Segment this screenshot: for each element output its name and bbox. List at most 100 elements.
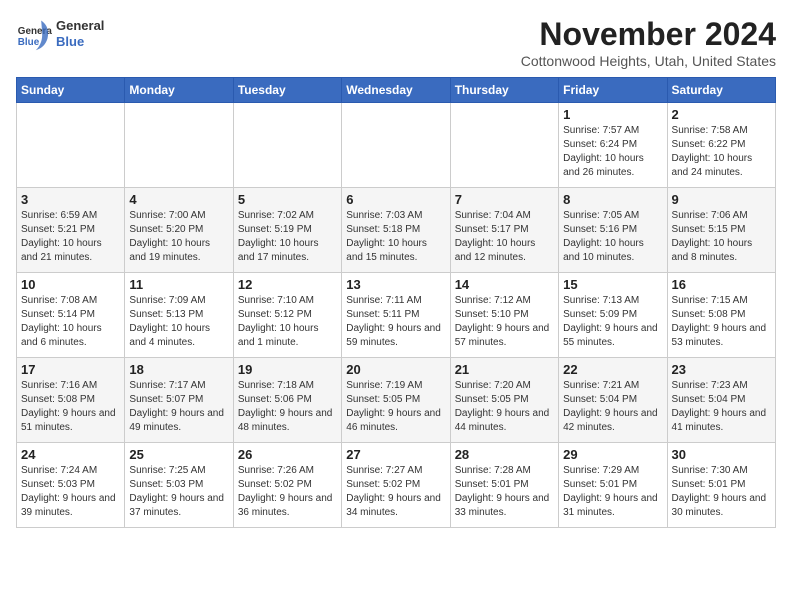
day-info: Sunrise: 7:23 AM Sunset: 5:04 PM Dayligh…: [672, 379, 771, 435]
day-info: Sunrise: 7:05 AM Sunset: 5:16 PM Dayligh…: [563, 209, 662, 265]
day-number: 23: [672, 362, 771, 377]
weekday-header-friday: Friday: [559, 78, 667, 103]
calendar-cell: 20 Sunrise: 7:19 AM Sunset: 5:05 PM Dayli…: [342, 358, 450, 443]
day-info: Sunrise: 7:29 AM Sunset: 5:01 PM Dayligh…: [563, 464, 662, 520]
calendar-cell: 17 Sunrise: 7:16 AM Sunset: 5:08 PM Dayli…: [17, 358, 125, 443]
day-number: 3: [21, 192, 120, 207]
day-info: Sunrise: 7:58 AM Sunset: 6:22 PM Dayligh…: [672, 124, 771, 180]
day-number: 10: [21, 277, 120, 292]
calendar-cell: 7Sunrise: 7:04 AM Sunset: 5:17 PM Daylig…: [450, 188, 558, 273]
day-number: 15: [563, 277, 662, 292]
day-info: Sunrise: 6:59 AM Sunset: 5:21 PM Dayligh…: [21, 209, 120, 265]
day-info: Sunrise: 7:03 AM Sunset: 5:18 PM Dayligh…: [346, 209, 445, 265]
day-number: 27: [346, 447, 445, 462]
day-number: 26: [238, 447, 337, 462]
day-number: 12: [238, 277, 337, 292]
calendar-header: SundayMondayTuesdayWednesdayThursdayFrid…: [17, 78, 776, 103]
calendar-cell: [125, 103, 233, 188]
calendar-cell: 27Sunrise: 7:27 AM Sunset: 5:02 PM Dayli…: [342, 443, 450, 528]
calendar-cell: 4Sunrise: 7:00 AM Sunset: 5:20 PM Daylig…: [125, 188, 233, 273]
day-number: 6: [346, 192, 445, 207]
day-info: Sunrise: 7:12 AM Sunset: 5:10 PM Dayligh…: [455, 294, 554, 350]
day-number: 25: [129, 447, 228, 462]
day-number: 22: [563, 362, 662, 377]
day-info: Sunrise: 7:09 AM Sunset: 5:13 PM Dayligh…: [129, 294, 228, 350]
day-number: 28: [455, 447, 554, 462]
day-number: 13: [346, 277, 445, 292]
day-info: Sunrise: 7:26 AM Sunset: 5:02 PM Dayligh…: [238, 464, 337, 520]
calendar-week-3: 10 Sunrise: 7:08 AM Sunset: 5:14 PM Dayli…: [17, 273, 776, 358]
day-number: 29: [563, 447, 662, 462]
day-info: Sunrise: 7:57 AM Sunset: 6:24 PM Dayligh…: [563, 124, 662, 180]
calendar-cell: 6 Sunrise: 7:03 AM Sunset: 5:18 PM Daylig…: [342, 188, 450, 273]
calendar-week-2: 3 Sunrise: 6:59 AM Sunset: 5:21 PM Daylig…: [17, 188, 776, 273]
calendar-body: 1 Sunrise: 7:57 AM Sunset: 6:24 PM Daylig…: [17, 103, 776, 528]
calendar-cell: 22Sunrise: 7:21 AM Sunset: 5:04 PM Dayli…: [559, 358, 667, 443]
weekday-header-thursday: Thursday: [450, 78, 558, 103]
calendar-cell: 15Sunrise: 7:13 AM Sunset: 5:09 PM Dayli…: [559, 273, 667, 358]
calendar-cell: 2 Sunrise: 7:58 AM Sunset: 6:22 PM Daylig…: [667, 103, 775, 188]
weekday-header-tuesday: Tuesday: [233, 78, 341, 103]
calendar-cell: 9 Sunrise: 7:06 AM Sunset: 5:15 PM Daylig…: [667, 188, 775, 273]
svg-text:Blue: Blue: [18, 37, 40, 48]
header: General Blue General Blue November 2024 …: [16, 16, 776, 69]
calendar-cell: [233, 103, 341, 188]
day-info: Sunrise: 7:02 AM Sunset: 5:19 PM Dayligh…: [238, 209, 337, 265]
calendar-cell: 23 Sunrise: 7:23 AM Sunset: 5:04 PM Dayli…: [667, 358, 775, 443]
day-number: 20: [346, 362, 445, 377]
calendar-week-4: 17 Sunrise: 7:16 AM Sunset: 5:08 PM Dayli…: [17, 358, 776, 443]
day-info: Sunrise: 7:00 AM Sunset: 5:20 PM Dayligh…: [129, 209, 228, 265]
calendar-week-1: 1 Sunrise: 7:57 AM Sunset: 6:24 PM Daylig…: [17, 103, 776, 188]
day-number: 16: [672, 277, 771, 292]
day-number: 9: [672, 192, 771, 207]
page-title: November 2024: [521, 16, 776, 53]
calendar-cell: 13 Sunrise: 7:11 AM Sunset: 5:11 PM Dayli…: [342, 273, 450, 358]
day-number: 18: [129, 362, 228, 377]
calendar-cell: 18 Sunrise: 7:17 AM Sunset: 5:07 PM Dayli…: [125, 358, 233, 443]
calendar-cell: 25 Sunrise: 7:25 AM Sunset: 5:03 PM Dayli…: [125, 443, 233, 528]
title-area: November 2024 Cottonwood Heights, Utah, …: [521, 16, 776, 69]
day-info: Sunrise: 7:17 AM Sunset: 5:07 PM Dayligh…: [129, 379, 228, 435]
day-info: Sunrise: 7:18 AM Sunset: 5:06 PM Dayligh…: [238, 379, 337, 435]
day-number: 8: [563, 192, 662, 207]
day-number: 19: [238, 362, 337, 377]
calendar-cell: [450, 103, 558, 188]
calendar-cell: 26 Sunrise: 7:26 AM Sunset: 5:02 PM Dayli…: [233, 443, 341, 528]
day-number: 21: [455, 362, 554, 377]
day-info: Sunrise: 7:04 AM Sunset: 5:17 PM Dayligh…: [455, 209, 554, 265]
day-info: Sunrise: 7:06 AM Sunset: 5:15 PM Dayligh…: [672, 209, 771, 265]
day-info: Sunrise: 7:19 AM Sunset: 5:05 PM Dayligh…: [346, 379, 445, 435]
calendar-cell: 14 Sunrise: 7:12 AM Sunset: 5:10 PM Dayli…: [450, 273, 558, 358]
calendar-cell: [17, 103, 125, 188]
calendar-cell: 21 Sunrise: 7:20 AM Sunset: 5:05 PM Dayli…: [450, 358, 558, 443]
day-info: Sunrise: 7:08 AM Sunset: 5:14 PM Dayligh…: [21, 294, 120, 350]
day-number: 5: [238, 192, 337, 207]
calendar-cell: 29 Sunrise: 7:29 AM Sunset: 5:01 PM Dayli…: [559, 443, 667, 528]
day-info: Sunrise: 7:10 AM Sunset: 5:12 PM Dayligh…: [238, 294, 337, 350]
page-subtitle: Cottonwood Heights, Utah, United States: [521, 53, 776, 69]
day-info: Sunrise: 7:24 AM Sunset: 5:03 PM Dayligh…: [21, 464, 120, 520]
calendar-cell: 1 Sunrise: 7:57 AM Sunset: 6:24 PM Daylig…: [559, 103, 667, 188]
day-number: 24: [21, 447, 120, 462]
calendar-cell: 28Sunrise: 7:28 AM Sunset: 5:01 PM Dayli…: [450, 443, 558, 528]
day-info: Sunrise: 7:16 AM Sunset: 5:08 PM Dayligh…: [21, 379, 120, 435]
calendar-table: SundayMondayTuesdayWednesdayThursdayFrid…: [16, 77, 776, 528]
calendar-cell: 16 Sunrise: 7:15 AM Sunset: 5:08 PM Dayli…: [667, 273, 775, 358]
day-info: Sunrise: 7:20 AM Sunset: 5:05 PM Dayligh…: [455, 379, 554, 435]
weekday-header-monday: Monday: [125, 78, 233, 103]
day-number: 2: [672, 107, 771, 122]
day-number: 11: [129, 277, 228, 292]
day-info: Sunrise: 7:11 AM Sunset: 5:11 PM Dayligh…: [346, 294, 445, 350]
weekday-header-saturday: Saturday: [667, 78, 775, 103]
logo-text: General Blue: [56, 18, 104, 49]
logo: General Blue General Blue: [16, 16, 104, 52]
calendar-cell: 12 Sunrise: 7:10 AM Sunset: 5:12 PM Dayli…: [233, 273, 341, 358]
calendar-week-5: 24 Sunrise: 7:24 AM Sunset: 5:03 PM Dayli…: [17, 443, 776, 528]
weekday-header-sunday: Sunday: [17, 78, 125, 103]
day-info: Sunrise: 7:25 AM Sunset: 5:03 PM Dayligh…: [129, 464, 228, 520]
weekday-header-wednesday: Wednesday: [342, 78, 450, 103]
day-number: 14: [455, 277, 554, 292]
day-number: 17: [21, 362, 120, 377]
day-number: 1: [563, 107, 662, 122]
day-info: Sunrise: 7:15 AM Sunset: 5:08 PM Dayligh…: [672, 294, 771, 350]
